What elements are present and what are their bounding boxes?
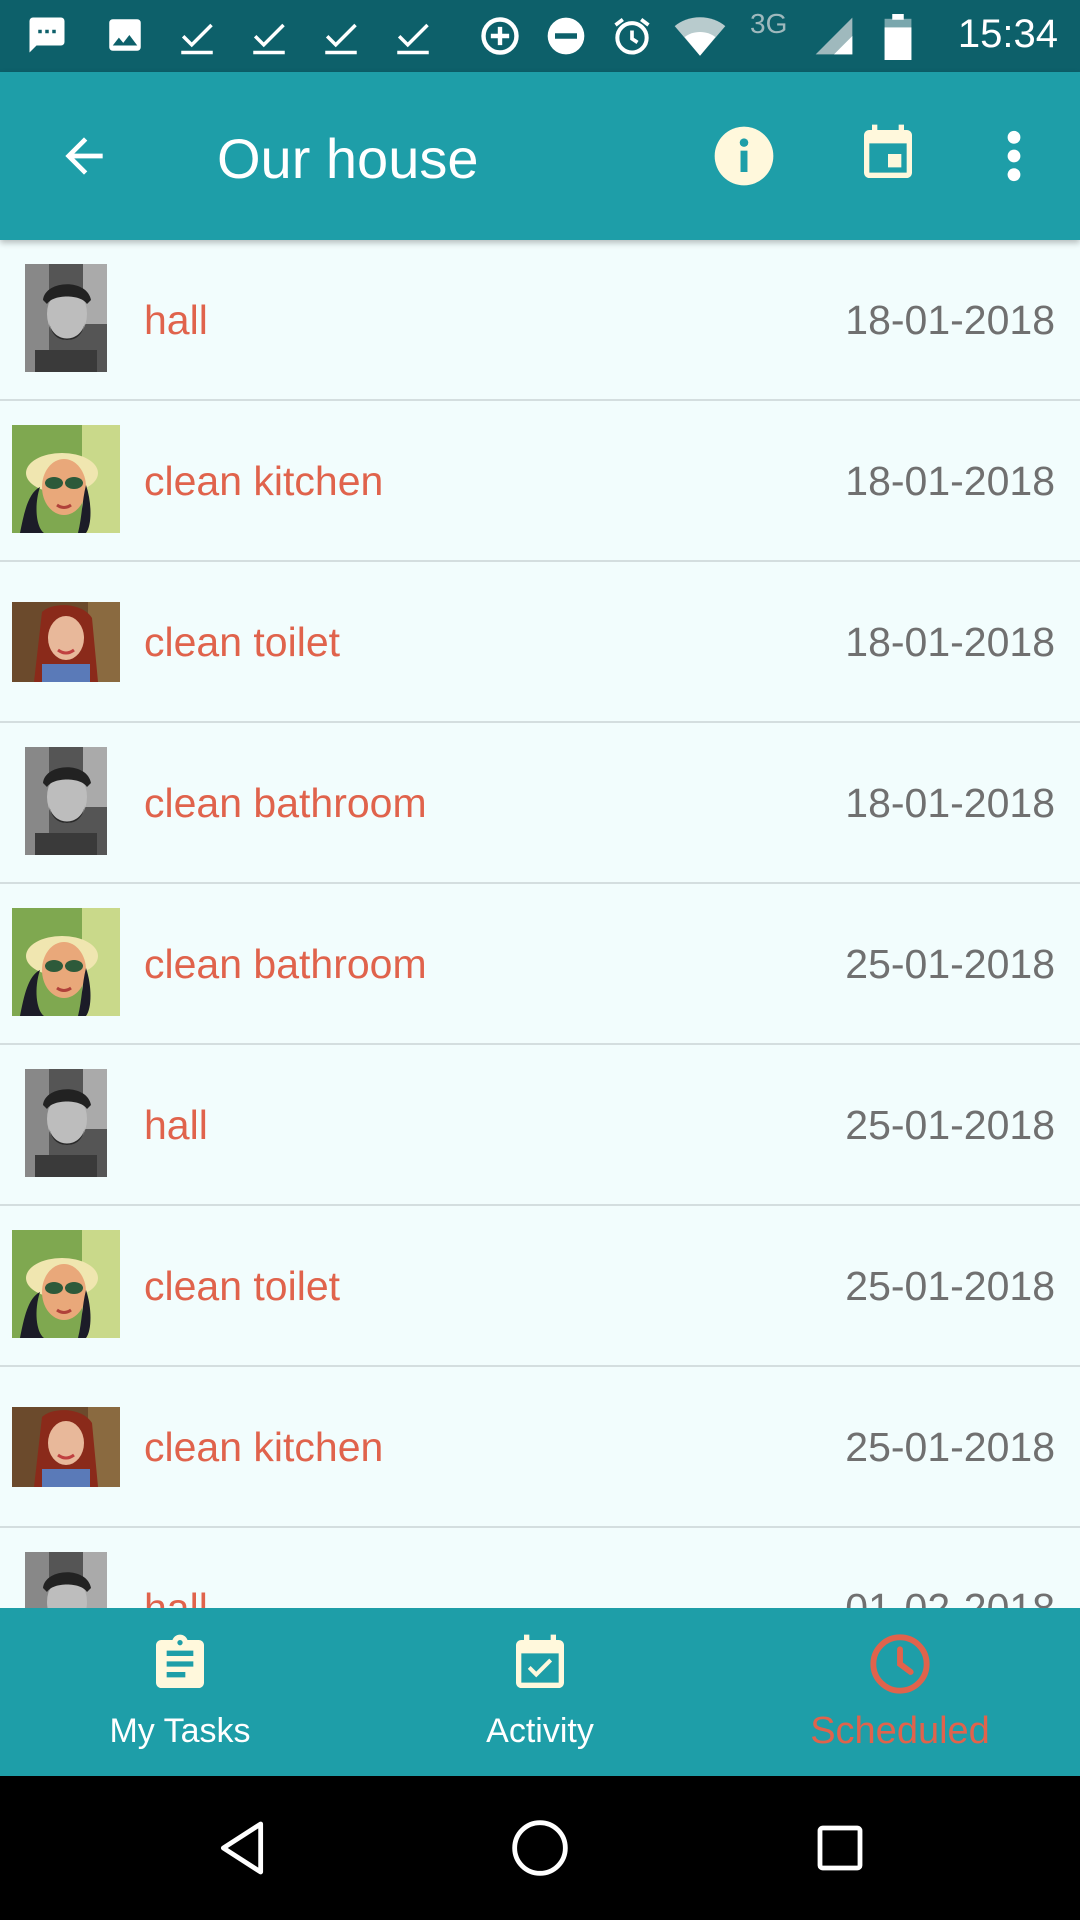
event-available-icon [516,1634,564,1688]
task-name: clean toilet [144,619,341,665]
app-bar: Our house [0,72,1080,240]
avatar [12,1407,120,1487]
task-date: 25-01-2018 [845,1263,1055,1309]
wifi-icon [674,17,726,56]
task-date: 18-01-2018 [845,619,1055,665]
task-name: clean kitchen [144,458,384,504]
avatar [25,264,107,372]
arrow-back-icon[interactable] [56,128,112,184]
page-title: Our house [217,127,479,190]
task-name: hall [144,1585,208,1608]
check-icon [397,23,429,55]
scheduled-task-list[interactable]: hall 18-01-2018 clean kitchen 18-01-2018… [0,240,1080,1608]
list-item[interactable]: clean toilet 25-01-2018 [0,1206,1080,1367]
check-icon [181,23,213,55]
image-icon [109,19,141,51]
list-item[interactable]: hall 25-01-2018 [0,1045,1080,1206]
calendar-icon[interactable] [856,122,920,186]
task-name: clean kitchen [144,1424,384,1470]
avatar [25,747,107,855]
task-date: 25-01-2018 [845,1424,1055,1470]
task-date: 25-01-2018 [845,941,1055,987]
list-item[interactable]: clean toilet 18-01-2018 [0,562,1080,723]
info-icon[interactable] [712,124,776,188]
back-icon[interactable] [210,1816,274,1880]
alarm-icon [614,18,650,55]
battery-icon [884,14,912,60]
task-name: hall [144,1102,208,1148]
list-item[interactable]: hall 18-01-2018 [0,240,1080,401]
avatar [12,602,120,682]
data-saver-icon [481,17,519,55]
bottom-navigation: My Tasks Activity Scheduled [0,1608,1080,1776]
tab-activity[interactable]: Activity [360,1608,720,1776]
check-icon [253,23,285,55]
network-type: 3G [750,8,788,39]
list-item[interactable]: hall 01-02-2018 [0,1528,1080,1608]
tab-scheduled[interactable]: Scheduled [720,1608,1080,1776]
tab-my-tasks[interactable]: My Tasks [0,1608,360,1776]
task-name: clean toilet [144,1263,341,1309]
avatar [25,1069,107,1177]
do-not-disturb-icon [547,17,585,55]
task-name: clean bathroom [144,941,427,987]
task-date: 18-01-2018 [845,297,1055,343]
task-date: 01-02-2018 [845,1585,1055,1608]
list-item[interactable]: clean kitchen 18-01-2018 [0,401,1080,562]
task-date: 18-01-2018 [845,458,1055,504]
task-name: clean bathroom [144,780,427,826]
signal-icon [815,17,853,55]
avatar [25,1552,107,1608]
tab-label: Activity [486,1712,594,1750]
sms-icon [29,17,65,53]
list-item[interactable]: clean bathroom 18-01-2018 [0,723,1080,884]
list-item[interactable]: clean kitchen 25-01-2018 [0,1367,1080,1528]
status-bar: 3G 15:34 [0,0,1080,72]
home-icon[interactable] [508,1816,572,1880]
recents-icon[interactable] [808,1816,872,1880]
more-vert-icon[interactable] [990,124,1038,188]
task-date: 25-01-2018 [845,1102,1055,1148]
avatar [12,425,120,533]
avatar [12,1230,120,1338]
list-item[interactable]: clean bathroom 25-01-2018 [0,884,1080,1045]
tab-label: Scheduled [810,1710,990,1752]
check-icon [325,23,357,55]
clock: 15:34 [957,12,1058,56]
task-date: 18-01-2018 [845,780,1055,826]
task-name: hall [144,297,208,343]
tab-label: My Tasks [109,1712,251,1750]
clock-icon [870,1634,930,1694]
clipboard-icon [156,1634,204,1688]
system-navigation-bar [0,1776,1080,1920]
avatar [12,908,120,1016]
